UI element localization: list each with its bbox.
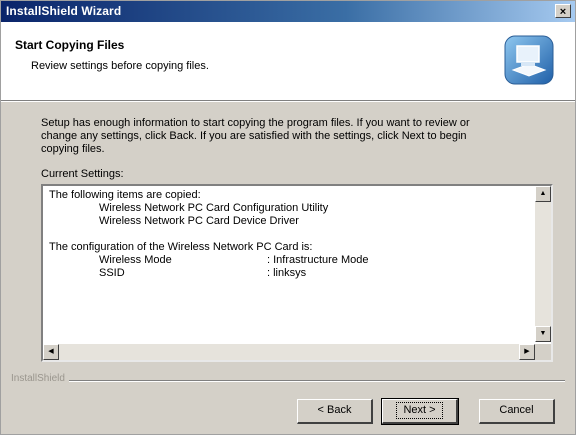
config-value: : linksys (267, 267, 307, 279)
arrow-left-icon: ◀ (48, 348, 54, 355)
title-bar[interactable]: InstallShield Wizard × (1, 1, 575, 22)
wizard-header: Start Copying Files Review settings befo… (1, 22, 575, 100)
installshield-brand: InstallShield (11, 373, 69, 384)
config-value: : Infrastructure Mode (267, 254, 369, 266)
list-item: Wireless Network PC Card Device Driver (99, 215, 299, 227)
intro-text: Setup has enough information to start co… (41, 117, 541, 156)
window-title: InstallShield Wizard (6, 4, 122, 18)
next-button[interactable]: Next > (381, 398, 459, 425)
footer-divider (11, 380, 565, 382)
arrow-right-icon: ▶ (524, 348, 530, 355)
config-heading: The configuration of the Wireless Networ… (49, 241, 313, 253)
arrow-up-icon: ▲ (539, 190, 547, 197)
scroll-up-button[interactable]: ▲ (535, 186, 551, 202)
intro-line: Setup has enough information to start co… (41, 117, 470, 129)
config-key: Wireless Mode (99, 254, 172, 266)
vertical-scrollbar[interactable]: ▲ ▼ (535, 186, 551, 342)
intro-line: change any settings, click Back. If you … (41, 130, 467, 142)
current-settings-label: Current Settings: (41, 168, 124, 180)
close-button[interactable]: × (555, 4, 571, 18)
config-row: SSID : linksys (49, 267, 529, 280)
page-title: Start Copying Files (15, 38, 125, 52)
next-button-label: Next > (396, 402, 443, 419)
config-row: Wireless Mode : Infrastructure Mode (49, 254, 529, 267)
installshield-window: InstallShield Wizard × Start Copying Fil… (0, 0, 576, 435)
scroll-down-button[interactable]: ▼ (535, 326, 551, 342)
items-heading: The following items are copied: (49, 189, 201, 201)
settings-content: The following items are copied: Wireless… (49, 189, 529, 280)
header-divider (1, 100, 575, 102)
list-item: Wireless Network PC Card Configuration U… (99, 202, 329, 214)
config-key: SSID (99, 267, 125, 279)
page-subtitle: Review settings before copying files. (31, 60, 209, 72)
settings-listbox[interactable]: The following items are copied: Wireless… (41, 184, 553, 362)
scrollbar-corner (535, 344, 551, 360)
install-computer-icon (504, 35, 554, 85)
cancel-button[interactable]: Cancel (479, 399, 555, 424)
intro-line: copying files. (41, 143, 105, 155)
scroll-right-button[interactable]: ▶ (519, 344, 535, 360)
arrow-down-icon: ▼ (539, 330, 547, 337)
close-icon: × (559, 6, 567, 18)
horizontal-scrollbar[interactable]: ◀ ▶ (43, 344, 535, 360)
back-button[interactable]: < Back (297, 399, 373, 424)
scroll-left-button[interactable]: ◀ (43, 344, 59, 360)
